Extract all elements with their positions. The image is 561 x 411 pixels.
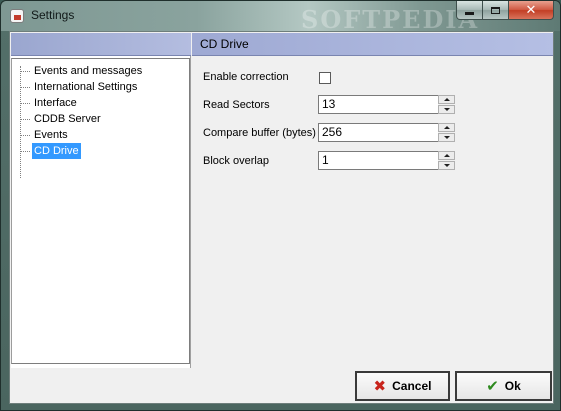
watermark-text: SOFTPEDIA: [301, 5, 480, 34]
tree-branch-line: [20, 119, 30, 120]
title-bar[interactable]: Settings SOFTPEDIA ✕: [1, 1, 560, 34]
x-icon: ✖: [373, 377, 387, 395]
enable-correction-label: Enable correction: [203, 71, 289, 83]
tree-item-label: Interface: [34, 97, 77, 109]
compare-buffer-decrement-button[interactable]: [438, 133, 455, 142]
tree-branch-line: [20, 87, 30, 88]
settings-app-icon[interactable]: [10, 9, 24, 23]
tree-branch-line: [20, 151, 30, 152]
tree-item-label: International Settings: [34, 81, 138, 93]
maximize-button[interactable]: [483, 1, 509, 20]
compare-buffer-spinner: [438, 123, 455, 142]
minimize-icon: [465, 11, 474, 15]
compare-buffer-label: Compare buffer (bytes): [203, 127, 316, 139]
block-overlap-spinner: [438, 151, 455, 170]
ok-button[interactable]: ✔ Ok: [455, 371, 552, 401]
dialog-button-bar: ✖ Cancel ✔ Ok: [11, 369, 552, 402]
enable-correction-checkbox[interactable]: [319, 72, 331, 84]
block-overlap-increment-button[interactable]: [438, 151, 455, 160]
tree-branch-line: [20, 103, 30, 104]
read-sectors-spinner: [438, 95, 455, 114]
panel-title: CD Drive: [200, 37, 249, 51]
tree-item-label: Events and messages: [34, 65, 143, 77]
dialog-client-area: Events and messages International Settin…: [9, 31, 554, 404]
compare-buffer-increment-button[interactable]: [438, 123, 455, 132]
tree-branch-line: [20, 135, 30, 136]
tree-item-label: CDDB Server: [34, 113, 101, 125]
settings-tree-panel: Events and messages International Settin…: [11, 33, 191, 368]
maximize-icon: [491, 6, 500, 14]
block-overlap-decrement-button[interactable]: [438, 161, 455, 170]
tree-connector-line: [20, 66, 21, 178]
tree-item-label: CD Drive: [32, 143, 81, 159]
cd-drive-settings-panel: CD Drive Enable correction Read Sectors …: [192, 33, 553, 368]
settings-window: Settings SOFTPEDIA ✕ Events and messages: [0, 0, 561, 411]
block-overlap-label: Block overlap: [203, 155, 270, 167]
compare-buffer-input[interactable]: 256: [318, 123, 438, 142]
window-title: Settings: [31, 8, 75, 22]
cancel-button[interactable]: ✖ Cancel: [355, 371, 450, 401]
cancel-button-label: Cancel: [392, 379, 432, 393]
tree-item-label: Events: [34, 129, 68, 141]
caption-buttons: ✕: [456, 1, 554, 21]
ok-button-label: Ok: [504, 379, 521, 393]
tree-branch-line: [20, 71, 30, 72]
minimize-button[interactable]: [456, 1, 483, 20]
tree-header: [11, 33, 191, 56]
close-icon: ✕: [525, 2, 537, 17]
close-button[interactable]: ✕: [509, 1, 554, 20]
settings-tree[interactable]: Events and messages International Settin…: [11, 58, 190, 364]
read-sectors-input[interactable]: 13: [318, 95, 438, 114]
read-sectors-decrement-button[interactable]: [438, 105, 455, 114]
panel-header: CD Drive: [192, 33, 553, 56]
check-icon: ✔: [486, 377, 499, 395]
read-sectors-label: Read Sectors: [203, 99, 270, 111]
read-sectors-increment-button[interactable]: [438, 95, 455, 104]
block-overlap-input[interactable]: 1: [318, 151, 438, 170]
